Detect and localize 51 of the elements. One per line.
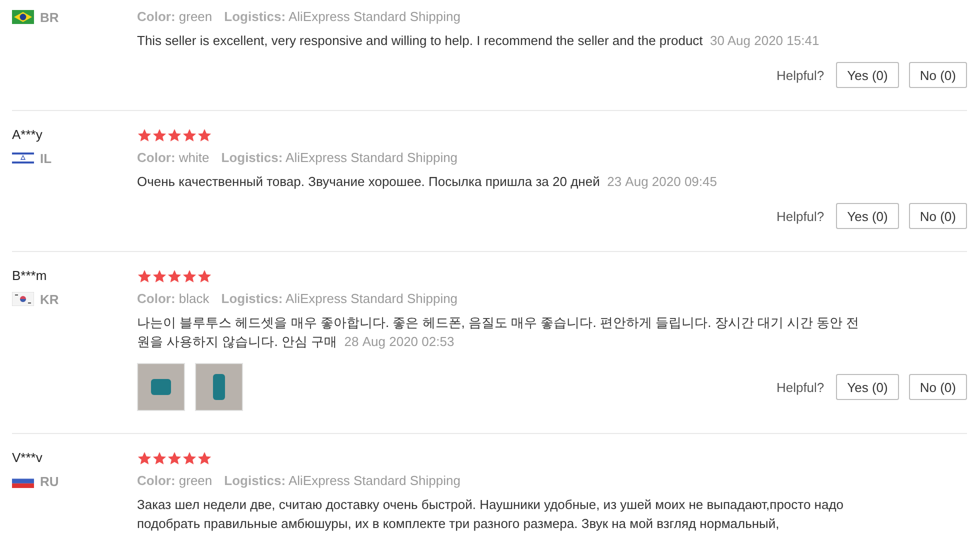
star-icon [137,128,152,142]
yes-button[interactable]: Yes (0) [836,374,899,400]
photo-placeholder[interactable] [137,363,185,411]
reviewer-name: B***m [12,267,48,285]
yes-button[interactable]: Yes (0) [836,62,899,88]
reviewer-name: V***v [12,449,44,467]
helpful-label: Helpful? [776,380,824,394]
yes-button[interactable]: Yes (0) [836,203,899,229]
star-icon [167,128,182,142]
logistics-info: Logistics: AliExpress Standard Shipping [221,149,458,167]
star-icon [152,128,167,142]
logistics-info: Logistics: AliExpress Standard Shipping [221,290,458,308]
star-icon [152,450,167,466]
star-icon [137,268,152,284]
star-icon [167,450,182,466]
no-button[interactable]: No (0) [908,62,967,88]
color-info: Color: black [137,290,210,308]
helpful-label: Helpful? [776,68,824,82]
star-icon [182,450,197,466]
review-text: 나는이 블루투스 헤드셋을 매우 좋아합니다. 좋은 헤드폰, 음질도 매우 좋습니다. 편안하게 들립니다. 장시간 대기 시간 동안 전원을 사용하지 않습니다. 안심 구매 28 Aug 2020 02:53 [137,314,860,351]
star-icon [197,128,212,142]
star-icon [182,268,197,284]
helpful-label: Helpful? [776,208,824,224]
country-code: RU [40,474,59,488]
photo-placeholder[interactable] [195,363,243,411]
star-icon [182,128,197,142]
logistics-info: Logistics: AliExpress Standard Shipping [224,8,460,26]
country-code: BR [40,10,59,24]
flag-icon [12,151,34,165]
star-icon [137,450,152,466]
review-date: 30 Aug 2020 15:41 [710,33,820,48]
star-icon [152,268,167,284]
flag-icon [12,292,34,306]
country-code: IL [40,150,52,166]
country-code: KR [40,292,59,306]
review-date: 28 Aug 2020 02:53 [344,334,454,349]
flag-icon [12,10,34,24]
color-info: Color: green [137,472,212,490]
color-info: Color: green [137,8,212,26]
color-info: Color: white [137,149,210,167]
review-date: 23 Aug 2020 09:45 [607,174,717,189]
star-icon [197,450,212,466]
review-text: This seller is excellent, very responsive and willing to help. I recommend the seller and the product 30 Aug 2020 15:41 [137,32,820,50]
reviewer-name: A***y [12,126,44,144]
star-icon [197,268,212,284]
no-button[interactable]: No (0) [908,374,967,400]
review-text: Очень качественный товар. Звучание хорошее. Посылка пришла за 20 дней 23 Aug 2020 09:45 [137,173,718,191]
star-icon [167,268,182,284]
no-button[interactable]: No (0) [908,203,967,229]
logistics-info: Logistics: AliExpress Standard Shipping [224,472,460,490]
review-text: Заказ шел недели две, считаю доставку очень быстрой. Наушники удобные, из ушей моих не выпадают,просто надо подобрать правильные амбюшуры, их в комплекте три разного размера. Звук на мой взгляд нормальный, [137,496,845,533]
